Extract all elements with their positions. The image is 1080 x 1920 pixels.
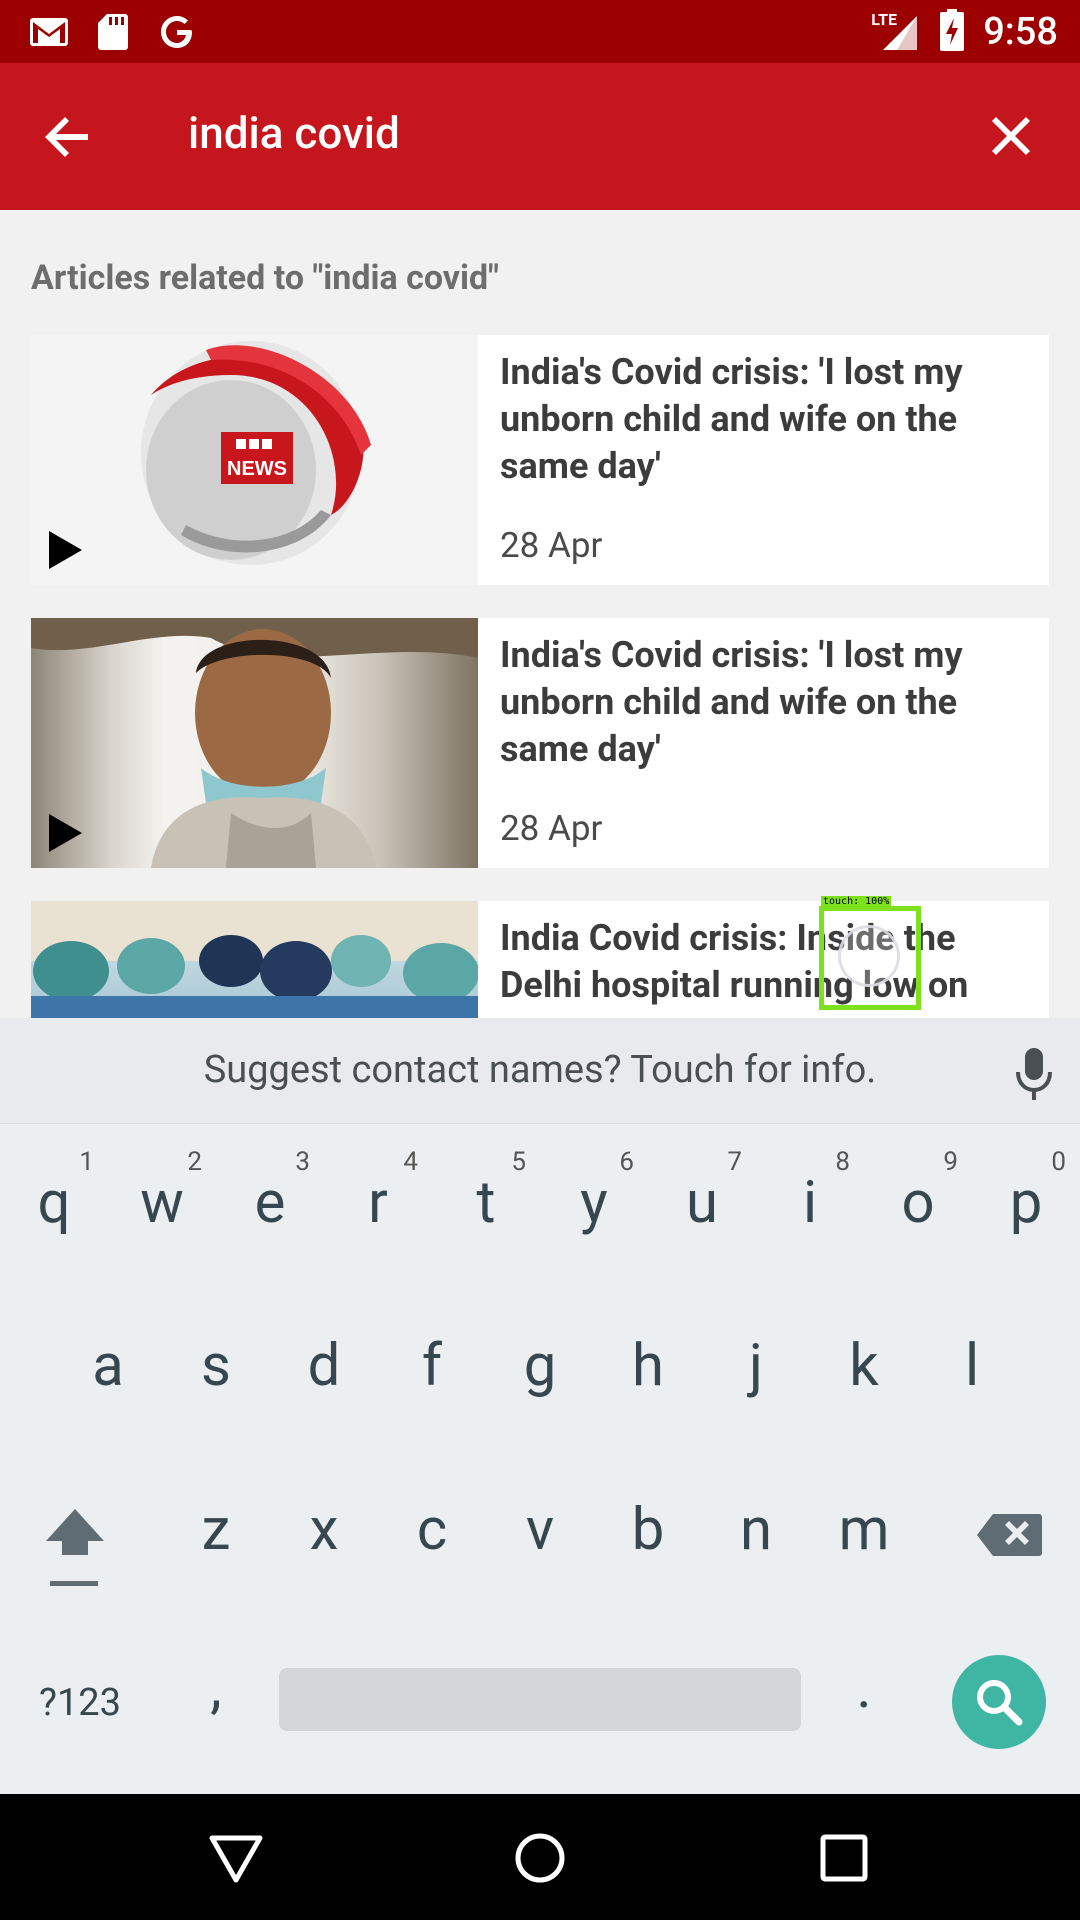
key-c[interactable]: c: [378, 1500, 486, 1560]
comma-key[interactable]: ,: [162, 1658, 270, 1718]
article-date: 28 Apr: [500, 808, 603, 849]
man-with-mask-thumbnail: [31, 618, 478, 868]
microphone-icon[interactable]: [1014, 1046, 1054, 1102]
svg-text:NEWS: NEWS: [227, 458, 287, 480]
key-w[interactable]: 2w: [108, 1147, 216, 1233]
clock: 9:58: [983, 10, 1058, 54]
suggestion-text[interactable]: Suggest contact names? Touch for info.: [0, 1048, 1080, 1092]
home-circle-icon[interactable]: [512, 1830, 568, 1886]
search-input[interactable]: india covid: [188, 107, 400, 159]
key-i[interactable]: 8i: [756, 1147, 864, 1233]
key-s[interactable]: s: [162, 1336, 270, 1396]
results-list: Articles related to "india covid" NEWS I…: [0, 210, 1080, 1018]
key-h[interactable]: h: [594, 1336, 702, 1396]
back-triangle-icon[interactable]: [208, 1830, 264, 1886]
key-a[interactable]: a: [54, 1336, 162, 1396]
key-d[interactable]: d: [270, 1336, 378, 1396]
play-icon: [49, 531, 82, 569]
period-key[interactable]: .: [810, 1658, 918, 1718]
key-o[interactable]: 9o: [864, 1147, 972, 1233]
search-app-bar: india covid: [0, 63, 1080, 210]
play-icon: [49, 814, 82, 852]
signal-icon: LTE: [871, 10, 921, 54]
key-q[interactable]: 1q: [0, 1147, 108, 1233]
article-card[interactable]: India's Covid crisis: 'I lost my unborn …: [31, 618, 1049, 868]
search-icon: [977, 1680, 1023, 1726]
bbc-news-logo-thumbnail: NEWS: [31, 335, 478, 585]
google-icon: [156, 12, 198, 52]
hospital-staff-thumbnail: [31, 901, 478, 1018]
suggestion-strip[interactable]: Suggest contact names? Touch for info.: [0, 1018, 1080, 1124]
key-f[interactable]: f: [378, 1336, 486, 1396]
backspace-key[interactable]: [960, 1510, 1060, 1570]
search-key[interactable]: [952, 1655, 1046, 1749]
key-u[interactable]: 7u: [648, 1147, 756, 1233]
section-title: Articles related to "india covid": [31, 258, 499, 298]
backspace-icon: [977, 1514, 1042, 1556]
key-x[interactable]: x: [270, 1500, 378, 1560]
status-bar: LTE 9:58: [0, 0, 1080, 63]
shift-key[interactable]: [20, 1503, 130, 1603]
close-icon[interactable]: [980, 105, 1042, 167]
key-e[interactable]: 3e: [216, 1147, 324, 1233]
space-bar[interactable]: [279, 1668, 801, 1731]
recents-square-icon[interactable]: [816, 1830, 872, 1886]
key-t[interactable]: 5t: [432, 1147, 540, 1233]
key-z[interactable]: z: [162, 1500, 270, 1560]
gmail-icon: [28, 12, 70, 52]
shift-icon: [46, 1509, 104, 1586]
key-n[interactable]: n: [702, 1500, 810, 1560]
key-r[interactable]: 4r: [324, 1147, 432, 1233]
soft-keyboard: Suggest contact names? Touch for info. 1…: [0, 1018, 1080, 1794]
key-g[interactable]: g: [486, 1336, 594, 1396]
key-k[interactable]: k: [810, 1336, 918, 1396]
navigation-bar: [0, 1794, 1080, 1920]
key-y[interactable]: 6y: [540, 1147, 648, 1233]
article-headline: India's Covid crisis: 'I lost my unborn …: [500, 634, 963, 770]
article-headline: India Covid crisis: Inside the Delhi hos…: [500, 917, 969, 1006]
key-p[interactable]: 0p: [972, 1147, 1080, 1233]
key-b[interactable]: b: [594, 1500, 702, 1560]
symbols-key[interactable]: ?123: [20, 1673, 140, 1733]
key-m[interactable]: m: [810, 1500, 918, 1560]
article-date: 28 Apr: [500, 525, 603, 566]
article-card[interactable]: NEWS India's Covid crisis: 'I lost my un…: [31, 335, 1049, 585]
battery-charging-icon: [939, 8, 965, 56]
key-j[interactable]: j: [702, 1336, 810, 1396]
key-l[interactable]: l: [918, 1336, 1026, 1396]
arrow-back-icon[interactable]: [40, 109, 100, 165]
article-headline: India's Covid crisis: 'I lost my unborn …: [500, 351, 963, 487]
touch-ripple: [838, 925, 900, 987]
key-v[interactable]: v: [486, 1500, 594, 1560]
sd-card-icon: [92, 12, 134, 52]
